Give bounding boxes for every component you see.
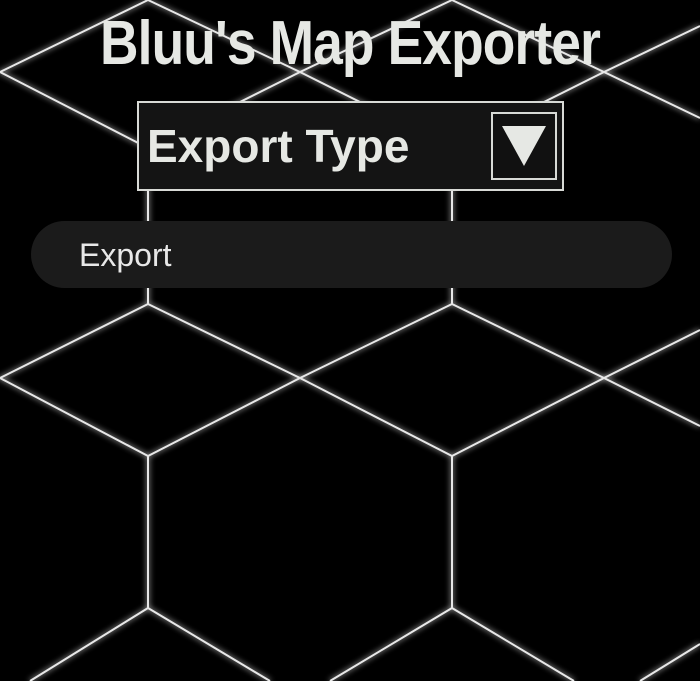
hex-edge	[451, 303, 605, 379]
dropdown-toggle-button[interactable]	[491, 112, 557, 180]
export-button-label: Export	[79, 237, 172, 273]
export-type-label: Export Type	[147, 120, 410, 172]
hex-edge	[147, 303, 301, 379]
export-button[interactable]: Export	[31, 221, 672, 288]
export-type-dropdown[interactable]: Export Type	[137, 101, 564, 191]
hex-edge	[329, 607, 453, 681]
hex-edge	[603, 377, 700, 427]
hex-edge	[639, 643, 700, 681]
hex-edge	[29, 607, 149, 681]
hex-edge	[451, 377, 605, 457]
triangle-down-icon	[502, 126, 546, 166]
hex-edge	[0, 71, 149, 149]
hex-edge	[451, 607, 575, 681]
hex-edge	[299, 303, 453, 379]
hex-edge	[603, 329, 700, 379]
app-title: Bluu's Map Exporter	[99, 9, 601, 78]
hex-edge	[0, 377, 149, 457]
hex-edge	[147, 377, 301, 457]
app-window: Bluu's Map Exporter Export Type Export	[0, 0, 700, 681]
hex-edge	[299, 377, 453, 457]
hex-edge	[0, 303, 149, 379]
hex-edge	[147, 607, 271, 681]
